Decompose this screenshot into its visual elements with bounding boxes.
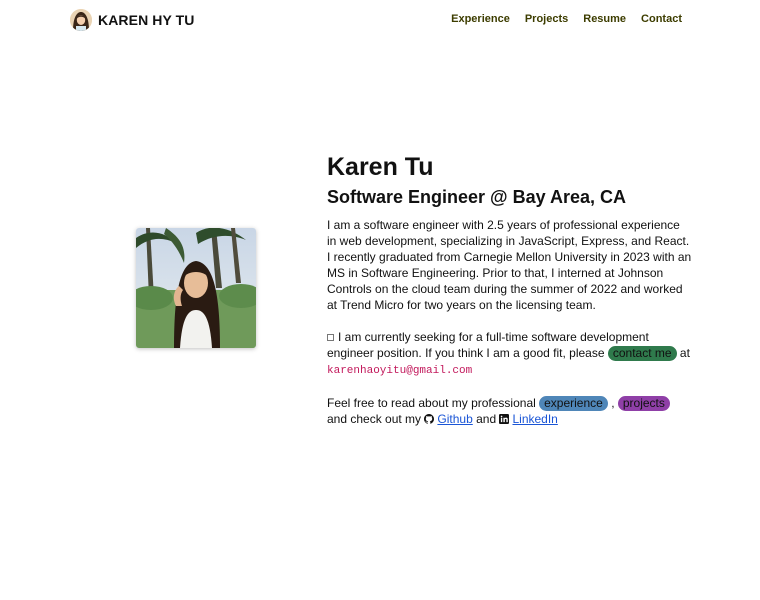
at-text: at bbox=[679, 346, 690, 360]
site-header: KAREN HY TU Experience Projects Resume C… bbox=[0, 0, 760, 40]
profile-photo-image bbox=[136, 228, 256, 348]
page-title: Karen Tu bbox=[327, 153, 434, 181]
linkedin-link[interactable]: LinkedIn bbox=[512, 412, 557, 426]
github-icon bbox=[424, 414, 435, 424]
seeking-text: I am currently seeking for a full-time s… bbox=[327, 330, 649, 360]
brand-name[interactable]: KAREN HY TU bbox=[98, 12, 195, 28]
check-text: and check out my bbox=[327, 412, 422, 426]
bio-paragraph: I am a software engineer with 2.5 years … bbox=[327, 218, 692, 312]
intro-section: Karen Tu Software Engineer @ Bay Area, C… bbox=[327, 152, 692, 427]
email-address: karenhaoyitu@gmail.com bbox=[327, 365, 473, 377]
read-prefix-text: Feel free to read about my professional bbox=[327, 396, 536, 410]
subtitle: Software Engineer @ Bay Area, CA bbox=[327, 187, 626, 207]
nav-resume[interactable]: Resume bbox=[583, 13, 626, 25]
seeking-paragraph: I am currently seeking for a full-time s… bbox=[327, 329, 692, 379]
brand-avatar[interactable] bbox=[70, 9, 92, 31]
projects-button[interactable]: projects bbox=[617, 396, 670, 411]
nav-experience[interactable]: Experience bbox=[451, 13, 510, 25]
contact-me-button[interactable]: contact me bbox=[607, 346, 677, 361]
brand[interactable]: KAREN HY TU bbox=[70, 9, 195, 31]
experience-button[interactable]: experience bbox=[539, 396, 608, 411]
links-paragraph: Feel free to read about my professional … bbox=[327, 395, 692, 427]
and-text: and bbox=[476, 412, 497, 426]
linkedin-icon bbox=[499, 414, 510, 424]
nav-contact[interactable]: Contact bbox=[641, 13, 682, 25]
nav-projects[interactable]: Projects bbox=[525, 13, 568, 25]
main-nav: Experience Projects Resume Contact bbox=[451, 13, 682, 25]
comma-text: , bbox=[611, 396, 615, 410]
profile-photo bbox=[136, 228, 256, 348]
checkbox-icon bbox=[327, 334, 334, 342]
github-link[interactable]: Github bbox=[437, 412, 472, 426]
